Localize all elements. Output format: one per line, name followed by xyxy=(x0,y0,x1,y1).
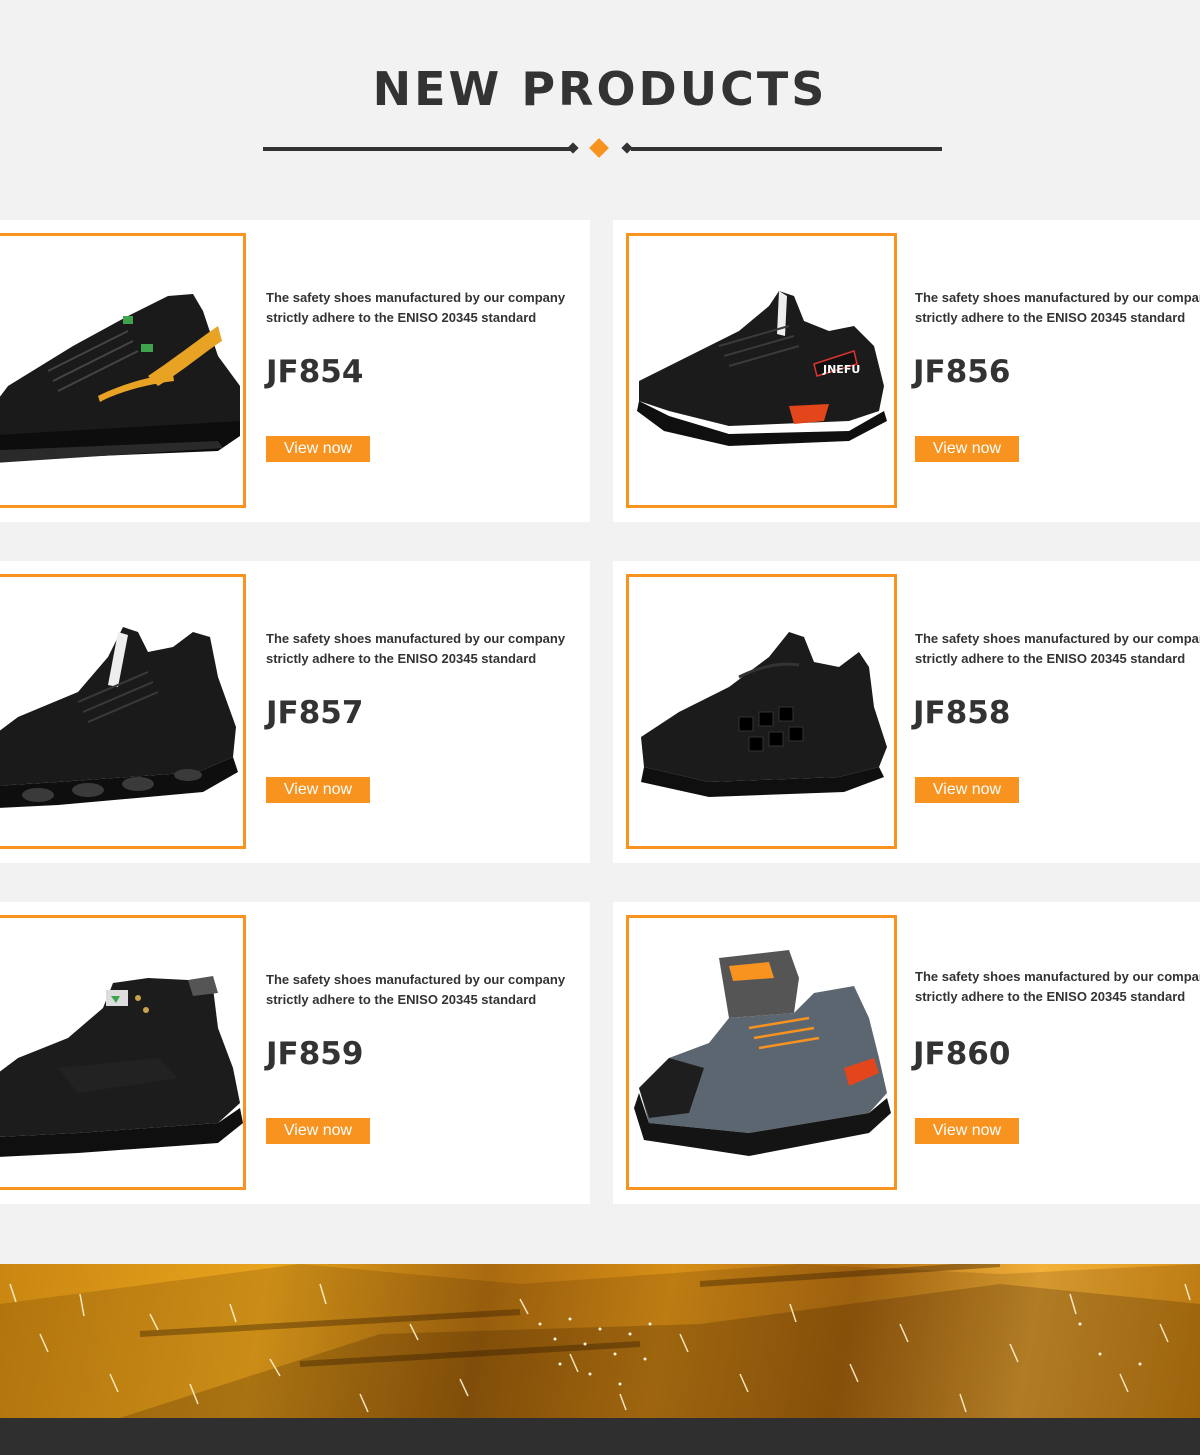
product-description-line1: The safety shoes manufactured by our com… xyxy=(266,972,566,987)
black-sport-sneaker-icon xyxy=(641,632,887,797)
black-leather-boot-icon xyxy=(0,976,243,1157)
black-mesh-sneaker-icon: JNEFU xyxy=(637,291,887,446)
divider-diamond-icon xyxy=(589,138,609,158)
footer-bar xyxy=(0,1418,1200,1455)
view-now-button[interactable]: View now xyxy=(915,777,1019,803)
product-card-jf856[interactable]: JNEFU The safety shoes manufactured by o… xyxy=(613,220,1200,522)
view-now-button[interactable]: View now xyxy=(266,436,370,462)
product-description-line2: strictly adhere to the ENISO 20345 stand… xyxy=(915,310,1186,325)
product-image-frame[interactable] xyxy=(0,574,246,849)
product-description-line1: The safety shoes manufactured by our com… xyxy=(915,631,1200,646)
title-divider xyxy=(263,138,942,159)
product-code: JF858 xyxy=(913,695,1011,731)
product-card-jf858[interactable]: The safety shoes manufactured by our com… xyxy=(613,561,1200,863)
product-image-frame[interactable] xyxy=(626,915,897,1190)
product-image-frame[interactable] xyxy=(626,574,897,849)
view-now-button[interactable]: View now xyxy=(266,777,370,803)
black-knit-sneaker-icon xyxy=(0,627,238,808)
view-now-button[interactable]: View now xyxy=(915,436,1019,462)
product-image-frame[interactable] xyxy=(0,233,246,508)
sparks-icon xyxy=(0,1264,1200,1418)
black-yellow-sneaker-icon xyxy=(0,294,240,463)
product-description-line2: strictly adhere to the ENISO 20345 stand… xyxy=(266,992,537,1007)
product-card-jf860[interactable]: The safety shoes manufactured by our com… xyxy=(613,902,1200,1204)
product-card-jf859[interactable]: The safety shoes manufactured by our com… xyxy=(0,902,590,1204)
product-code: JF859 xyxy=(266,1036,364,1072)
product-description-line1: The safety shoes manufactured by our com… xyxy=(915,969,1200,984)
view-now-button[interactable]: View now xyxy=(266,1118,370,1144)
product-description-line1: The safety shoes manufactured by our com… xyxy=(266,290,566,305)
product-description-line2: strictly adhere to the ENISO 20345 stand… xyxy=(915,651,1186,666)
sparks-banner-image xyxy=(0,1264,1200,1418)
product-image-frame[interactable] xyxy=(0,915,246,1190)
grey-hiking-shoe-icon xyxy=(634,950,891,1156)
svg-text:JNEFU: JNEFU xyxy=(822,363,860,376)
product-code: JF856 xyxy=(913,354,1011,390)
divider-tip-left xyxy=(567,142,579,154)
view-now-button[interactable]: View now xyxy=(915,1118,1019,1144)
product-card-jf854[interactable]: The safety shoes manufactured by our com… xyxy=(0,220,590,522)
product-description-line1: The safety shoes manufactured by our com… xyxy=(266,631,566,646)
divider-line-left xyxy=(263,147,573,151)
product-card-jf857[interactable]: The safety shoes manufactured by our com… xyxy=(0,561,590,863)
product-description-line2: strictly adhere to the ENISO 20345 stand… xyxy=(266,651,537,666)
page-title: NEW PRODUCTS xyxy=(372,62,828,116)
product-code: JF854 xyxy=(266,354,364,390)
product-description-line2: strictly adhere to the ENISO 20345 stand… xyxy=(266,310,537,325)
product-code: JF860 xyxy=(913,1036,1011,1072)
product-image-frame[interactable]: JNEFU xyxy=(626,233,897,508)
product-code: JF857 xyxy=(266,695,364,731)
product-description-line1: The safety shoes manufactured by our com… xyxy=(915,290,1200,305)
divider-line-right xyxy=(631,147,942,151)
product-description-line2: strictly adhere to the ENISO 20345 stand… xyxy=(915,989,1186,1004)
